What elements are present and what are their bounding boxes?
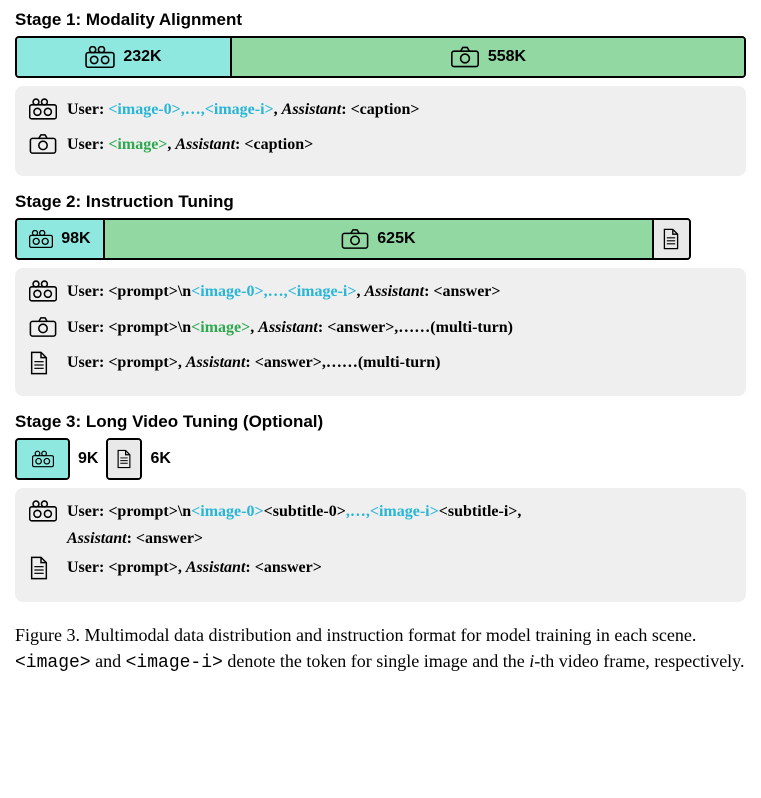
stage-2-bar: 98K 625K bbox=[15, 218, 691, 260]
stage-3-seg-text bbox=[106, 438, 142, 480]
stage-1-title: Stage 1: Modality Alignment bbox=[15, 10, 746, 30]
document-icon bbox=[29, 556, 49, 580]
stage-1-seg-image: 558K bbox=[232, 38, 744, 76]
stage-2-format-box: User: <prompt>\n<image-0>,…,<image-i>, A… bbox=[15, 268, 746, 396]
stage-1-image-count: 558K bbox=[488, 48, 526, 66]
stage-3: Stage 3: Long Video Tuning (Optional) 9K… bbox=[15, 412, 746, 602]
stage-1: Stage 1: Modality Alignment 232K 558K Us… bbox=[15, 10, 746, 176]
stage-2-row-image: User: <prompt>\n<image>, Assistant: <ans… bbox=[29, 314, 732, 347]
photo-camera-icon bbox=[29, 133, 57, 155]
stage-2-title: Stage 2: Instruction Tuning bbox=[15, 192, 746, 212]
stage-3-format-box: User: <prompt>\n<image-0><subtitle-0>,…,… bbox=[15, 488, 746, 602]
stage-3-video-count: 9K bbox=[78, 450, 98, 468]
figure-caption: Figure 3. Multimodal data distribution a… bbox=[15, 622, 746, 676]
video-camera-icon bbox=[85, 46, 115, 68]
stage-1-seg-video: 232K bbox=[17, 38, 232, 76]
stage-2-seg-text bbox=[654, 220, 689, 258]
stage-2-row-video: User: <prompt>\n<image-0>,…,<image-i>, A… bbox=[29, 278, 732, 311]
stage-3-row-video: User: <prompt>\n<image-0><subtitle-0>,…,… bbox=[29, 498, 732, 552]
stage-1-bar: 232K 558K bbox=[15, 36, 746, 78]
stage-3-row-text: User: <prompt>, Assistant: <answer> bbox=[29, 554, 732, 589]
photo-camera-icon bbox=[341, 228, 369, 250]
stage-3-text-count: 6K bbox=[150, 450, 170, 468]
stage-1-row-video: User: <image-0>,…,<image-i>, Assistant: … bbox=[29, 96, 732, 129]
video-camera-icon bbox=[29, 98, 57, 120]
photo-camera-icon bbox=[450, 46, 480, 68]
stage-2-row-text: User: <prompt>, Assistant: <answer>,……(m… bbox=[29, 349, 732, 384]
video-camera-icon bbox=[29, 280, 57, 302]
stage-1-format-box: User: <image-0>,…,<image-i>, Assistant: … bbox=[15, 86, 746, 176]
stage-2-image-count: 625K bbox=[377, 230, 415, 248]
photo-camera-icon bbox=[29, 316, 57, 338]
video-camera-icon bbox=[29, 500, 57, 522]
document-icon bbox=[29, 351, 49, 375]
stage-2-seg-image: 625K bbox=[105, 220, 654, 258]
stage-3-seg-video bbox=[15, 438, 70, 480]
stage-1-video-count: 232K bbox=[123, 48, 161, 66]
document-icon bbox=[662, 228, 680, 250]
stage-2: Stage 2: Instruction Tuning 98K 625K 40K… bbox=[15, 192, 746, 396]
document-icon bbox=[116, 449, 132, 469]
stage-2-video-count: 98K bbox=[61, 230, 90, 248]
stage-3-title: Stage 3: Long Video Tuning (Optional) bbox=[15, 412, 746, 432]
video-camera-icon bbox=[32, 450, 54, 468]
video-camera-icon bbox=[29, 230, 53, 248]
stage-2-seg-video: 98K bbox=[17, 220, 105, 258]
stage-1-row-image: User: <image>, Assistant: <caption> bbox=[29, 131, 732, 164]
